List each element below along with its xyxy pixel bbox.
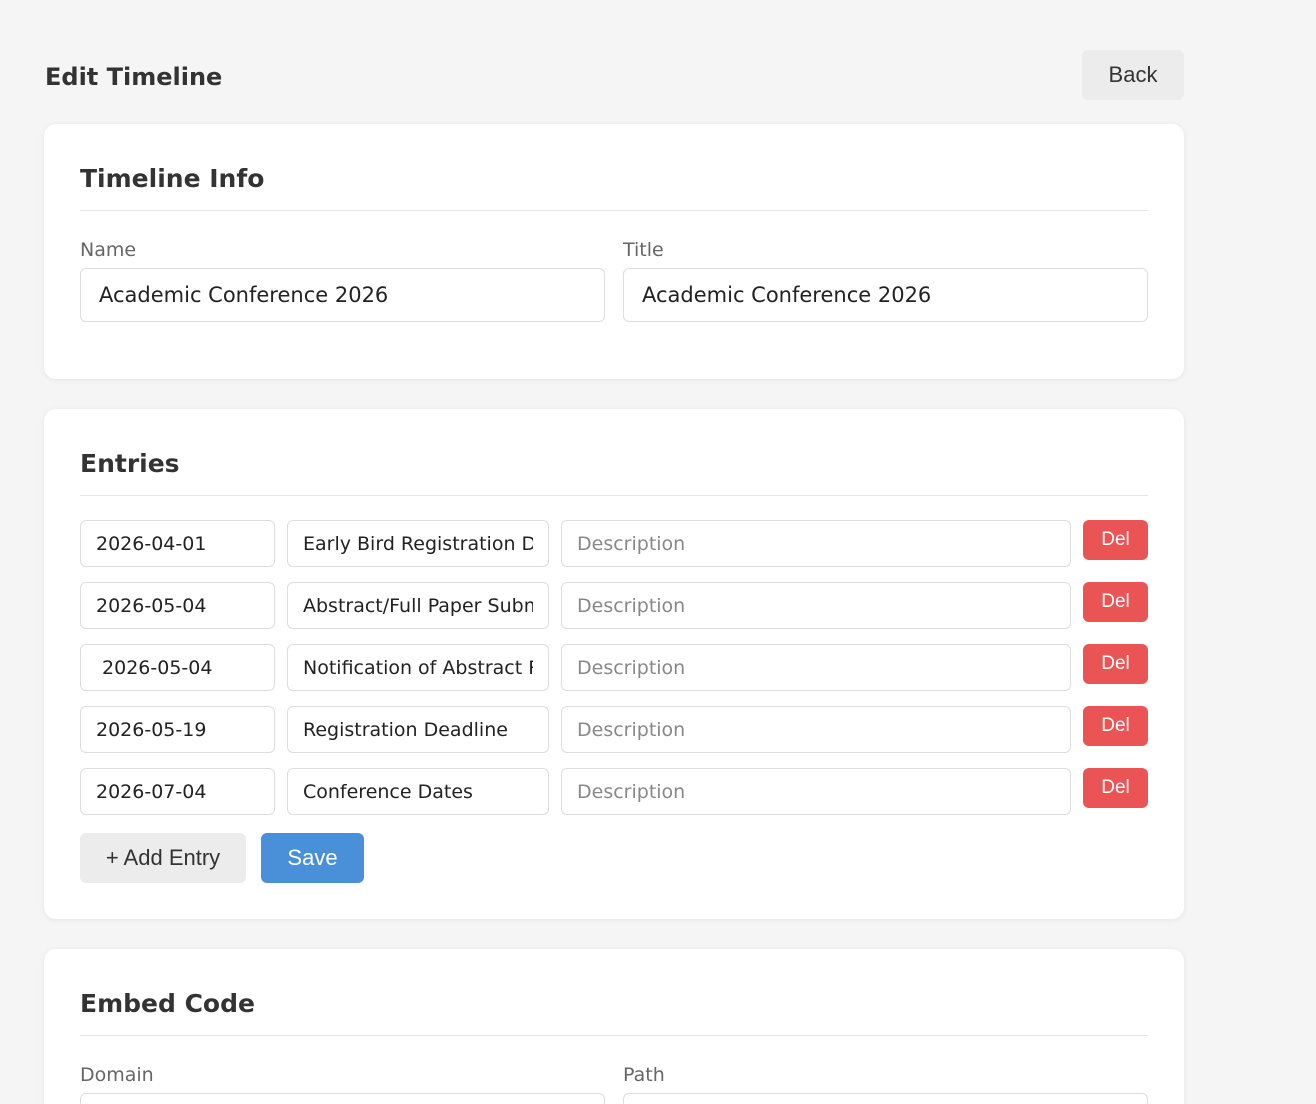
entry-description-input[interactable] (561, 644, 1071, 691)
path-label: Path (623, 1064, 665, 1086)
domain-input[interactable] (80, 1093, 605, 1104)
section-divider (80, 1035, 1148, 1036)
delete-entry-button[interactable]: Del (1083, 706, 1148, 746)
title-label: Title (623, 239, 664, 261)
entry-name-input[interactable] (287, 644, 549, 691)
entry-description-input[interactable] (561, 582, 1071, 629)
entry-date-input[interactable] (80, 644, 275, 691)
entry-description-input[interactable] (561, 768, 1071, 815)
embed-code-card: Embed Code Domain Path (44, 949, 1184, 1104)
back-button[interactable]: Back (1082, 50, 1184, 100)
entries-card: Entries Del Del Del Del (44, 409, 1184, 919)
entry-name-input[interactable] (287, 520, 549, 567)
title-input[interactable] (623, 268, 1148, 322)
entry-date-input[interactable] (80, 582, 275, 629)
embed-code-heading: Embed Code (80, 989, 255, 1018)
entry-description-input[interactable] (561, 520, 1071, 567)
section-divider (80, 210, 1148, 211)
edit-timeline-page: Edit Timeline Back Timeline Info Name Ti… (0, 0, 1316, 1104)
timeline-info-card: Timeline Info Name Title (44, 124, 1184, 379)
entry-name-input[interactable] (287, 582, 549, 629)
name-label: Name (80, 239, 137, 261)
entries-heading: Entries (80, 449, 180, 478)
section-divider (80, 495, 1148, 496)
entry-name-input[interactable] (287, 706, 549, 753)
entry-description-input[interactable] (561, 706, 1071, 753)
timeline-info-heading: Timeline Info (80, 164, 265, 193)
entry-date-input[interactable] (80, 520, 275, 567)
save-button[interactable]: Save (261, 833, 364, 883)
page-title: Edit Timeline (45, 63, 223, 91)
delete-entry-button[interactable]: Del (1083, 582, 1148, 622)
entry-date-input[interactable] (80, 768, 275, 815)
delete-entry-button[interactable]: Del (1083, 520, 1148, 560)
delete-entry-button[interactable]: Del (1083, 644, 1148, 684)
name-input[interactable] (80, 268, 605, 322)
domain-label: Domain (80, 1064, 154, 1086)
path-input[interactable] (623, 1093, 1148, 1104)
add-entry-button[interactable]: + Add Entry (80, 833, 246, 883)
entry-date-input[interactable] (80, 706, 275, 753)
delete-entry-button[interactable]: Del (1083, 768, 1148, 808)
entry-name-input[interactable] (287, 768, 549, 815)
